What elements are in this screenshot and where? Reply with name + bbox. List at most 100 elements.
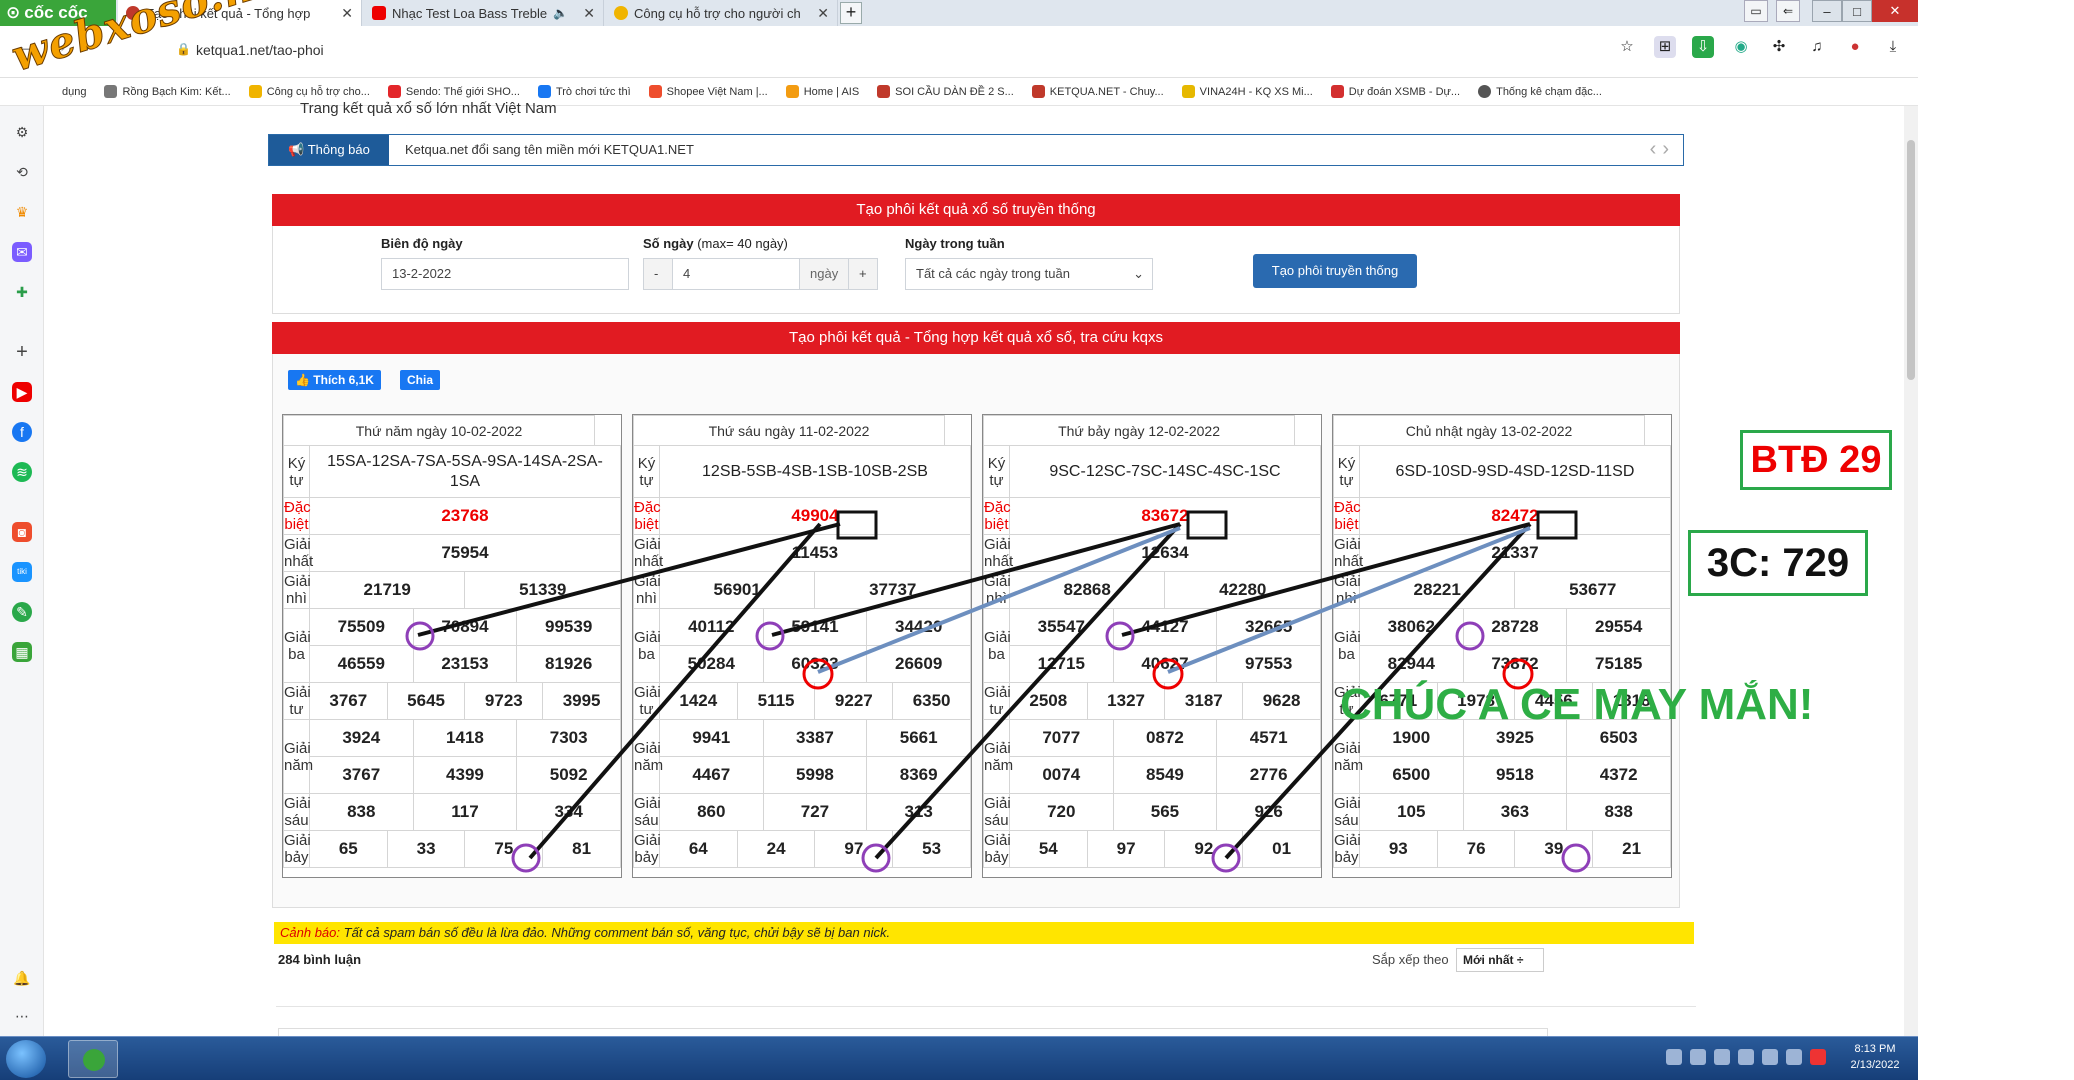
so-ngay-plus-button[interactable]: + bbox=[848, 258, 878, 290]
crown-icon[interactable]: ♛ bbox=[12, 202, 32, 222]
coccoc-app-icon bbox=[83, 1049, 105, 1071]
tray-battery-icon[interactable] bbox=[1786, 1049, 1802, 1065]
extension-translate-icon[interactable]: ⊞ bbox=[1654, 36, 1676, 58]
history-icon[interactable]: ⟲ bbox=[12, 162, 32, 182]
download-green-icon[interactable]: ⇩ bbox=[1692, 36, 1714, 58]
bookmark-item[interactable]: Sendo: Thế giới SHO... bbox=[387, 85, 520, 98]
speaker-icon[interactable]: 🔈 bbox=[553, 6, 568, 20]
tray-flag-icon[interactable] bbox=[1738, 1049, 1754, 1065]
result-cell: 64 bbox=[658, 830, 738, 868]
taskbar-clock[interactable]: 8:13 PM 2/13/2022 bbox=[1844, 1041, 1906, 1073]
minimize-icon[interactable]: – bbox=[1812, 0, 1842, 22]
result-cell: 28728 bbox=[1462, 608, 1568, 646]
tab-close-icon[interactable]: ✕ bbox=[341, 5, 353, 22]
bookmark-item[interactable]: Thống kê chạm đặc... bbox=[1478, 85, 1602, 98]
bien-do-input[interactable]: 13-2-2022 bbox=[381, 258, 629, 290]
result-cell: 99539 bbox=[516, 608, 621, 646]
bookmark-item[interactable]: VINA24H - KQ XS Mi... bbox=[1181, 85, 1313, 98]
row-label: Giải năm bbox=[983, 719, 1013, 794]
notice-text[interactable]: Ketqua.net đổi sang tên miền mới KETQUA1… bbox=[389, 135, 694, 165]
facebook-share-button[interactable]: Chia bbox=[400, 370, 441, 390]
result-cell: 97 bbox=[1086, 830, 1166, 868]
tray-app-icon[interactable] bbox=[1690, 1049, 1706, 1065]
tray-app-icon[interactable] bbox=[1714, 1049, 1730, 1065]
chat-green-icon[interactable]: ✎ bbox=[12, 602, 32, 622]
tab-close-icon[interactable]: ✕ bbox=[583, 5, 595, 22]
result-cell: 21 bbox=[1592, 830, 1671, 868]
maximize-icon[interactable]: □ bbox=[1842, 0, 1872, 22]
back-history-icon[interactable]: ⇐ bbox=[1776, 0, 1800, 22]
row-label: Giải tư bbox=[283, 682, 311, 720]
taskbar-coccoc-app[interactable] bbox=[68, 1040, 118, 1078]
result-cell: 838 bbox=[1566, 793, 1671, 831]
tab-close-icon[interactable]: ✕ bbox=[817, 5, 829, 22]
result-cell: 75509 bbox=[308, 608, 414, 646]
chevron-right-icon[interactable]: › bbox=[1662, 138, 1675, 160]
shopee-icon[interactable]: ◙ bbox=[12, 522, 32, 542]
browser-sidebar: ⚙ ⟲ ♛ ✉ ✚ + ▶ f ≋ ◙ tiki ✎ ▦ 🔔 ⋯ bbox=[0, 106, 44, 1036]
bookmark-item[interactable]: Home | AIS bbox=[785, 85, 859, 98]
ngay-trong-tuan-select[interactable]: Tất cả các ngày trong tuần ⌄ bbox=[905, 258, 1153, 290]
profile-avatar-icon[interactable]: ● bbox=[1844, 36, 1866, 58]
url-field[interactable]: ketqua1.net/tao-phoi bbox=[196, 42, 324, 58]
bookmark-item[interactable]: Shopee Việt Nam |... bbox=[648, 85, 768, 98]
so-ngay-input[interactable]: 4 bbox=[672, 258, 800, 290]
result-cell: 44127 bbox=[1112, 608, 1218, 646]
facebook-icon[interactable]: f bbox=[12, 422, 32, 442]
spotify-icon[interactable]: ≋ bbox=[12, 462, 32, 482]
result-cell: 35547 bbox=[1008, 608, 1114, 646]
tab-nhac-test[interactable]: Nhạc Test Loa Bass Treble 🔈 ✕ bbox=[364, 0, 604, 26]
chevron-left-icon[interactable]: ‹ bbox=[1650, 138, 1663, 160]
start-button-icon[interactable] bbox=[6, 1040, 46, 1078]
facebook-like-button[interactable]: 👍 Thích 6,1K bbox=[288, 370, 381, 390]
bookmark-item[interactable]: Dự đoán XSMB - Dự... bbox=[1330, 85, 1460, 98]
close-window-icon[interactable]: ✕ bbox=[1872, 0, 1918, 22]
row-label: Giải nhì bbox=[983, 571, 1011, 609]
notification-bell-icon[interactable]: 🔔 bbox=[12, 968, 32, 988]
result-cell: 3924 bbox=[308, 719, 414, 757]
result-cell: 97 bbox=[814, 830, 894, 868]
result-cell: 93 bbox=[1358, 830, 1438, 868]
new-tab-button[interactable]: + bbox=[840, 2, 862, 24]
result-cell: 42280 bbox=[1164, 571, 1321, 609]
screenshot-icon[interactable]: ▭ bbox=[1744, 0, 1768, 22]
bookmark-item[interactable]: SOI CẦU DÀN ĐỀ 2 S... bbox=[877, 85, 1014, 98]
coccoc-circle-icon[interactable]: ◉ bbox=[1730, 36, 1752, 58]
result-cell: 5115 bbox=[736, 682, 816, 720]
settings-gear-icon[interactable]: ⚙ bbox=[12, 122, 32, 142]
notice-arrows[interactable]: ‹› bbox=[1650, 135, 1675, 165]
result-cell: 727 bbox=[762, 793, 868, 831]
media-control-icon[interactable]: ♫ bbox=[1806, 36, 1828, 58]
downloads-icon[interactable]: ⤓ bbox=[1882, 36, 1904, 58]
result-cell: 83672 bbox=[1008, 497, 1322, 535]
scrollbar-thumb[interactable] bbox=[1907, 140, 1915, 380]
tao-phoi-button[interactable]: Tạo phôi truyền thống bbox=[1253, 254, 1417, 288]
bookmark-item[interactable]: Rồng Bạch Kim: Kết... bbox=[104, 85, 231, 98]
tab-cong-cu[interactable]: Công cụ hỗ trợ cho người ch ✕ bbox=[606, 0, 838, 26]
add-panel-icon[interactable]: + bbox=[12, 342, 32, 362]
row-label: Giải sáu bbox=[1333, 793, 1361, 831]
youtube-icon[interactable]: ▶ bbox=[12, 382, 32, 402]
puzzle-extension-icon[interactable]: ✣ bbox=[1768, 36, 1790, 58]
sort-select[interactable]: Mới nhất ÷ bbox=[1456, 948, 1544, 972]
result-cell: 3387 bbox=[762, 719, 868, 757]
star-bookmark-icon[interactable]: ☆ bbox=[1616, 36, 1638, 58]
so-ngay-minus-button[interactable]: - bbox=[643, 258, 673, 290]
row-label: Giải tư bbox=[633, 682, 661, 720]
kytu-cell: 6SD-10SD-9SD-4SD-12SD-11SD bbox=[1358, 445, 1672, 498]
tray-antivirus-icon[interactable] bbox=[1810, 1049, 1826, 1065]
lock-icon[interactable]: 🔒 bbox=[176, 42, 191, 56]
tray-network-icon[interactable] bbox=[1666, 1049, 1682, 1065]
bookmark-item[interactable]: Trò chơi tức thì bbox=[537, 85, 631, 98]
tiki-icon[interactable]: tiki bbox=[12, 562, 32, 582]
bookmark-item[interactable]: KETQUA.NET - Chuy... bbox=[1031, 85, 1164, 98]
bookmark-item[interactable]: dụng bbox=[62, 86, 86, 98]
tray-volume-icon[interactable] bbox=[1762, 1049, 1778, 1065]
sheet-icon[interactable]: ▦ bbox=[12, 642, 32, 662]
row-label: Giải ba bbox=[283, 608, 311, 683]
bookmark-item[interactable]: Công cụ hỗ trợ cho... bbox=[248, 85, 370, 98]
messenger-icon[interactable]: ✉ bbox=[12, 242, 32, 262]
gamepad-icon[interactable]: ✚ bbox=[12, 282, 32, 302]
more-dots-icon[interactable]: ⋯ bbox=[12, 1006, 32, 1026]
result-cell: 75 bbox=[464, 830, 544, 868]
